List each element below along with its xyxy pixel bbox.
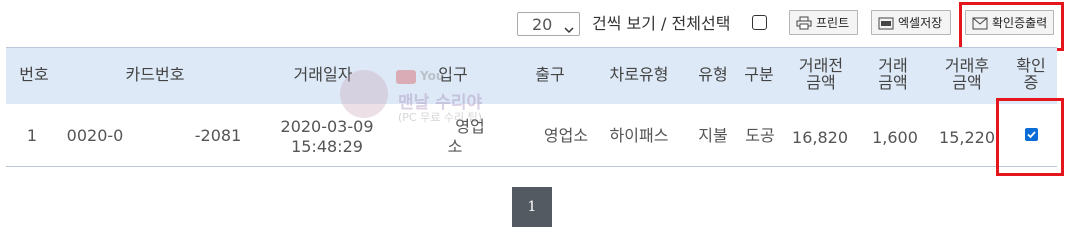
cell-entry: 영업 소 [448,117,485,157]
print-label: 프린트 [816,16,850,30]
printer-icon [796,16,812,29]
highlight-box-checkbox [996,98,1064,176]
excel-icon [878,17,894,29]
cell-card-part1: 0020-0 [66,126,124,145]
bulk-select-label: 건씩 보기 / 전체선택 [592,14,731,33]
page-size-value: 20 [532,15,553,34]
excel-save-button[interactable]: 엑셀저장 [871,10,951,35]
cell-exit: 영업소 [543,126,589,145]
header-after-line2: 금액 [952,73,982,92]
header-type: 유형 [698,65,728,84]
row-divider [6,166,1057,167]
header-after-amount: 거래후 금액 [945,57,989,91]
cell-type: 지불 [698,126,728,145]
header-before-line2: 금액 [806,73,836,92]
watermark-logo [340,70,388,118]
youtube-icon [396,70,416,84]
header-exit: 출구 [535,65,565,84]
cell-after-amount: 15,220 [939,128,995,147]
cell-date: 2020-03-09 15:48:29 [281,117,374,157]
header-confirm-line1: 확인 [1016,56,1046,75]
header-class: 구분 [744,65,774,84]
chevron-down-icon [564,19,574,38]
cell-no: 1 [26,126,38,145]
highlight-box-receipt [959,2,1064,51]
cell-lane-type: 하이패스 [609,126,669,145]
cell-card-part2: -2081 [194,126,242,145]
header-before-line1: 거래전 [798,56,844,75]
cell-entry-line2: 소 [447,137,463,156]
header-amount-line1: 거래 [878,56,908,75]
cell-date-time: 15:48:29 [291,137,363,156]
cell-date-day: 2020-03-09 [280,117,374,136]
page-button-current[interactable]: 1 [512,187,552,227]
header-no: 번호 [19,65,49,84]
cell-class: 도공 [745,126,775,145]
cell-amount: 1,600 [872,128,918,147]
header-card: 카드번호 [125,65,185,84]
header-confirm-line2: 증 [1023,73,1039,92]
select-all-checkbox[interactable] [752,15,767,30]
print-button[interactable]: 프린트 [789,10,858,35]
watermark-yt-text: You [420,69,445,83]
header-lane-type: 차로유형 [609,65,669,84]
header-before-amount: 거래전 금액 [799,57,843,91]
header-after-line1: 거래후 [944,56,990,75]
excel-save-label: 엑셀저장 [898,16,943,30]
header-confirm: 확인 증 [1016,57,1045,91]
cell-before-amount: 16,820 [792,128,848,147]
header-amount-line2: 금액 [878,73,908,92]
header-amount: 거래 금액 [878,57,907,91]
page-size-select[interactable]: 20 [517,12,580,36]
cell-entry-line1: 영업 [455,117,485,136]
